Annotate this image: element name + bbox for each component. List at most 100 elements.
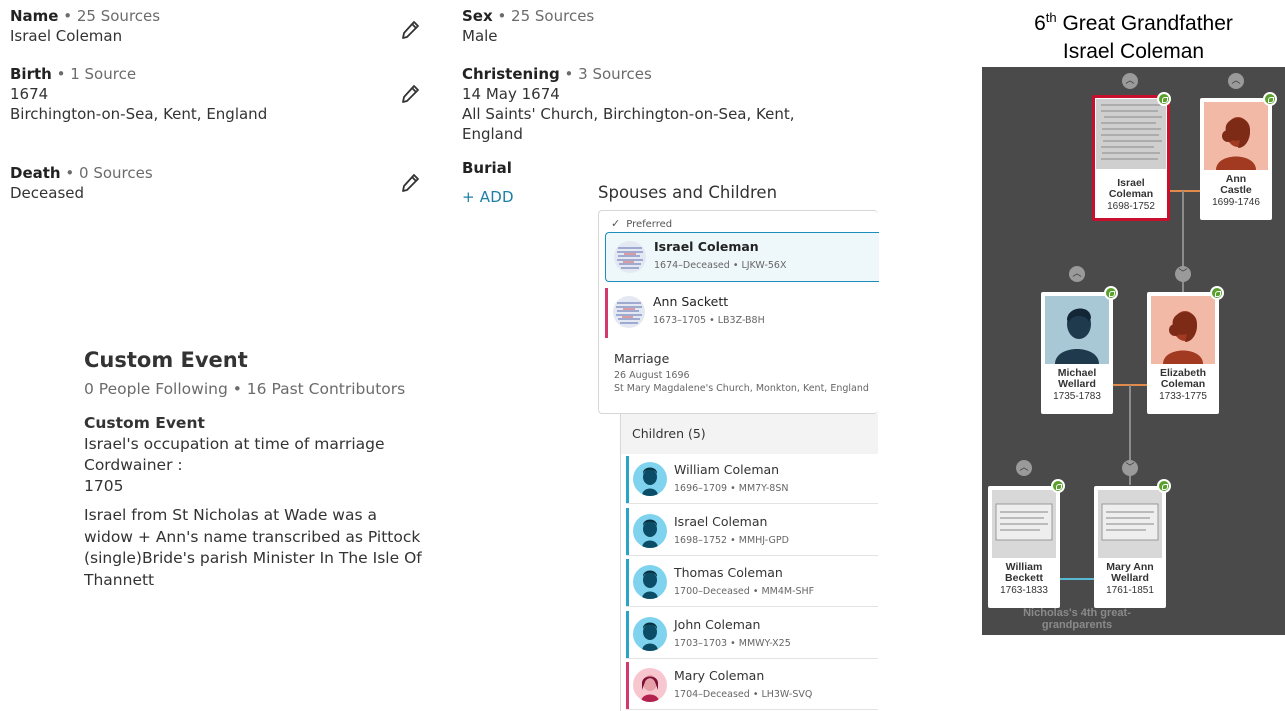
death-sources[interactable]: • 0 Sources (65, 164, 152, 182)
child-name[interactable]: Thomas Coleman (674, 565, 783, 580)
chevron-down-icon[interactable]: ﹀ (1122, 460, 1138, 476)
child-row[interactable]: Israel Coleman 1698–1752 • MMHJ-GPD (626, 508, 878, 556)
chevron-up-icon[interactable]: ︿ (1122, 73, 1138, 89)
tree-card-william-beckett[interactable]: William Beckett 1763-1833 (988, 486, 1060, 608)
marriage-event: Marriage 26 August 1696 St Mary Magdalen… (614, 351, 869, 395)
tree-card-years: 1699-1746 (1212, 197, 1260, 208)
leaf-hint-icon[interactable] (1051, 479, 1065, 493)
pedigree-tree-panel: ︿ ︿ ︿ ﹀ ︿ ﹀ Israel Coleman 1698-1752 Ann C… (982, 67, 1285, 635)
preferred-label: ✓ Preferred (611, 217, 673, 230)
christening-date: 14 May 1674 (462, 85, 560, 103)
tree-card-michael-wellard[interactable]: Michael Wellard 1735-1783 (1041, 292, 1113, 414)
child-row[interactable]: John Coleman 1703–1703 • MMWY-X25 (626, 611, 878, 659)
edit-name-pencil-icon[interactable] (399, 18, 421, 42)
child-name[interactable]: William Coleman (674, 462, 779, 477)
tree-card-mary-ann-wellard[interactable]: Mary Ann Wellard 1761-1851 (1094, 486, 1166, 608)
children-header-label: Children (5) (632, 426, 706, 441)
edit-death-pencil-icon[interactable] (399, 171, 421, 195)
male-avatar-icon (633, 462, 667, 496)
husband-name[interactable]: Israel Coleman (654, 239, 759, 254)
birth-place: Birchington-on-Sea, Kent, England (10, 105, 268, 123)
child-row[interactable]: Thomas Coleman 1700–Deceased • MM4M-SHF (626, 559, 878, 607)
marriage-date: 26 August 1696 (614, 370, 690, 381)
chevron-up-icon[interactable]: ︿ (1069, 266, 1085, 282)
tree-card-israel-coleman[interactable]: Israel Coleman 1698-1752 (1092, 95, 1170, 221)
husband-row[interactable]: Israel Coleman 1674–Deceased • LJKW-56X (605, 232, 879, 282)
leaf-hint-icon[interactable] (1157, 479, 1171, 493)
christening-sources[interactable]: • 3 Sources (565, 65, 652, 83)
tree-card-ann-castle[interactable]: Ann Castle 1699-1746 (1200, 98, 1272, 220)
birth-vital: Birth • 1 Source 1674 Birchington-on-Sea… (10, 64, 425, 124)
document-photo-icon (1096, 99, 1166, 169)
female-silhouette-icon (1204, 102, 1268, 170)
document-avatar-icon (614, 241, 646, 273)
child-details: 1700–Deceased • MM4M-SHF (674, 586, 815, 597)
female-silhouette-icon (1151, 296, 1215, 364)
death-label: Death (10, 164, 61, 182)
wife-name[interactable]: Ann Sackett (653, 294, 728, 309)
birth-label: Birth (10, 65, 52, 83)
wife-row[interactable]: Ann Sackett 1673–1705 • LB3Z-B8H (605, 288, 879, 338)
marriage-label: Marriage (614, 351, 670, 366)
chevron-up-icon[interactable]: ︿ (1228, 73, 1244, 89)
child-name[interactable]: Mary Coleman (674, 668, 764, 683)
name-value: Israel Coleman (10, 27, 123, 45)
document-avatar-icon (613, 296, 645, 328)
child-row[interactable]: Mary Coleman 1704–Deceased • LH3W-SVQ (626, 662, 878, 710)
christening-place-line2: England (462, 125, 523, 143)
death-value: Deceased (10, 184, 85, 202)
sex-label: Sex (462, 7, 493, 25)
spouses-children-title: Spouses and Children (598, 183, 778, 202)
tree-footer-note: Nicholas's 4th great-grandparents (1023, 607, 1131, 631)
christening-label: Christening (462, 65, 560, 83)
tree-card-years: 1763-1833 (1000, 585, 1048, 596)
tree-card-name2: Wellard (1111, 572, 1149, 584)
leaf-hint-icon[interactable] (1157, 92, 1171, 106)
leaf-hint-icon[interactable] (1210, 286, 1224, 300)
family-card: ✓ Preferred Israel Coleman 1674–Deceased … (598, 210, 879, 414)
female-indicator-bar (605, 288, 608, 338)
death-vital: Death • 0 Sources Deceased (10, 163, 425, 203)
tree-card-years: 1735-1783 (1053, 391, 1101, 402)
tree-card-name2: Castle (1220, 184, 1252, 196)
tree-title: 6th Great Grandfather Israel Coleman (982, 4, 1285, 66)
checkmark-icon: ✓ (611, 217, 621, 230)
christening-vital: Christening • 3 Sources 14 May 1674 All … (462, 64, 822, 144)
tree-card-elizabeth-coleman[interactable]: Elizabeth Coleman 1733-1775 (1147, 292, 1219, 414)
child-name[interactable]: John Coleman (674, 617, 760, 632)
custom-event-line3: 1705 (84, 477, 124, 495)
female-indicator-bar (626, 662, 629, 709)
tree-card-name2: Coleman (1108, 188, 1154, 200)
tree-title-ordinal: 6 (1034, 12, 1046, 35)
burial-label: Burial (462, 159, 512, 177)
birth-sources[interactable]: • 1 Source (57, 65, 136, 83)
child-details: 1696–1709 • MM7Y-8SN (674, 483, 789, 494)
descent-line (1182, 191, 1184, 307)
birth-date: 1674 (10, 85, 49, 103)
name-sources[interactable]: • 25 Sources (63, 7, 160, 25)
leaf-hint-icon[interactable] (1263, 92, 1277, 106)
christening-place-line1: All Saints' Church, Birchington-on-Sea, … (462, 105, 795, 123)
couple-connector-line (1060, 578, 1094, 580)
tree-card-years: 1733-1775 (1159, 391, 1207, 402)
child-row[interactable]: William Coleman 1696–1709 • MM7Y-8SN (626, 456, 878, 504)
tree-card-name2: Coleman (1160, 378, 1206, 390)
sex-sources[interactable]: • 25 Sources (497, 7, 594, 25)
child-details: 1698–1752 • MMHJ-GPD (674, 535, 789, 546)
burial-vital: Burial (462, 158, 822, 178)
edit-birth-pencil-icon[interactable] (399, 82, 421, 106)
name-label: Name (10, 7, 59, 25)
add-burial-link[interactable]: + ADD (462, 188, 514, 206)
child-name[interactable]: Israel Coleman (674, 514, 767, 529)
chevron-up-icon[interactable]: ︿ (1016, 460, 1032, 476)
male-indicator-bar (626, 508, 629, 555)
husband-details: 1674–Deceased • LJKW-56X (654, 260, 787, 271)
tree-title-name: Israel Coleman (1062, 40, 1205, 63)
custom-event-subtitle: Custom Event (84, 414, 205, 432)
tree-title-sup: th (1045, 10, 1057, 25)
leaf-hint-icon[interactable] (1104, 286, 1118, 300)
tree-title-rest: Great Grandfather (1056, 12, 1233, 35)
chevron-down-icon[interactable]: ﹀ (1175, 266, 1191, 282)
children-header[interactable]: Children (5) (621, 414, 878, 454)
male-avatar-icon (633, 565, 667, 599)
